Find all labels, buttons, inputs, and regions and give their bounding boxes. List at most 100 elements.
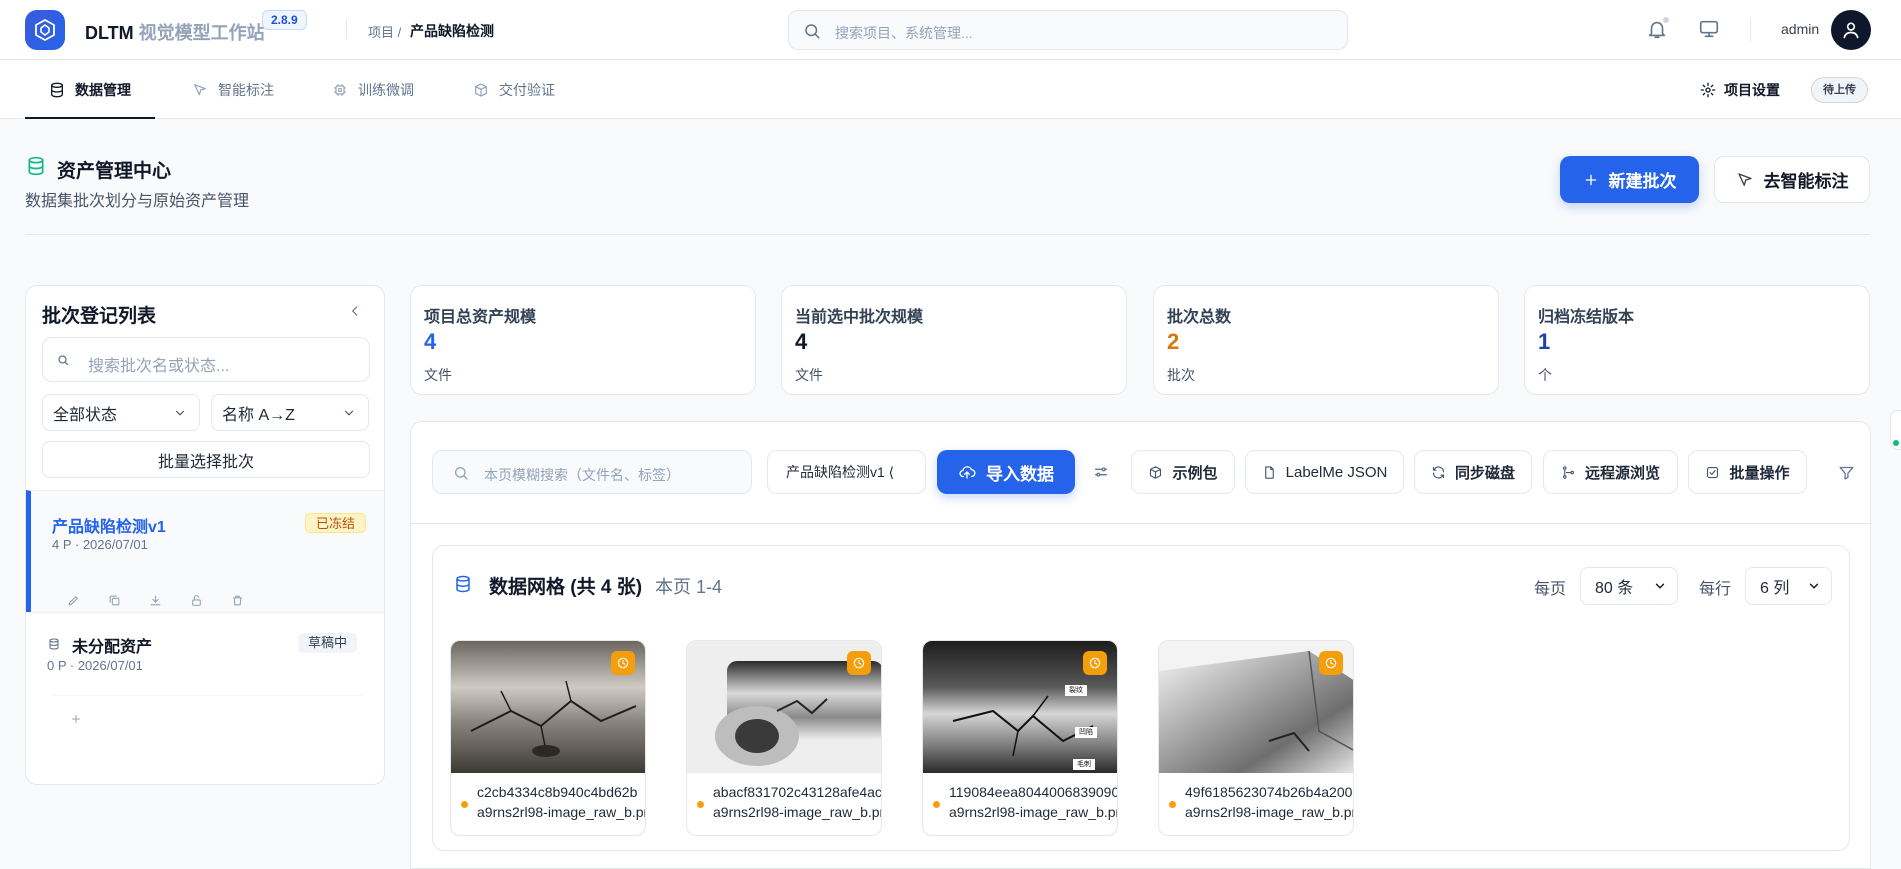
username[interactable]: admin	[1781, 21, 1819, 37]
edit-icon[interactable]	[67, 594, 80, 607]
refresh-icon	[1432, 466, 1445, 478]
filter-icon[interactable]	[1838, 464, 1855, 481]
breadcrumb-parent[interactable]: 项目 /	[368, 22, 401, 41]
status-badge: 草稿中	[298, 633, 358, 653]
batch-item-active[interactable]: 产品缺陷检测v1 4 P · 2026/07/01 已冻结	[26, 490, 384, 612]
image-tile[interactable]: 49f6185623074b26b4a200 a9rns2rl98-image_…	[1158, 640, 1354, 836]
tab-delivery[interactable]: 交付验证	[473, 60, 555, 119]
import-data-button[interactable]: 导入数据	[937, 450, 1075, 494]
goto-annotation-label: 去智能标注	[1763, 172, 1849, 191]
tab-data-management[interactable]: 数据管理	[25, 60, 155, 119]
new-batch-button[interactable]: 新建批次	[1560, 156, 1699, 203]
image-tile[interactable]: 裂纹 凹陷 毛刺 119084eea8044006839090 a9rns2rl…	[922, 640, 1118, 836]
cursor-icon	[194, 83, 206, 95]
trash-icon[interactable]	[231, 594, 244, 607]
database-icon	[49, 638, 59, 650]
copy-icon[interactable]	[108, 594, 121, 607]
batch-item[interactable]: 未分配资产 0 P · 2026/07/01 草稿中	[26, 612, 384, 744]
new-batch-label: 新建批次	[1608, 172, 1677, 191]
sidebar-title: 批次登记列表	[42, 306, 157, 327]
stat-unit: 文件	[424, 367, 452, 383]
status-filter-value: 全部状态	[53, 406, 118, 424]
status-badge: 已冻结	[305, 513, 367, 533]
tab-training[interactable]: 训练微调	[332, 60, 414, 119]
file-name: c2cb4334c8b940c4bd62b	[477, 784, 638, 800]
tab-smart-annotation[interactable]: 智能标注	[192, 60, 274, 119]
divider	[52, 695, 362, 696]
pending-status-badge	[611, 651, 635, 675]
sort-select[interactable]: 名称 A→Z	[211, 394, 369, 431]
batch-target-select[interactable]: 产品缺陷检测v1 ⟨	[767, 450, 926, 494]
batch-select-button[interactable]: 批量选择批次	[42, 441, 370, 478]
status-dot	[933, 801, 940, 808]
download-icon[interactable]	[149, 594, 162, 607]
tab-label: 训练微调	[358, 81, 414, 98]
chip-icon	[334, 83, 346, 96]
box-icon	[475, 82, 487, 97]
batch-operation-button[interactable]: 批量操作	[1688, 450, 1807, 494]
tab-bar: 数据管理 智能标注 训练微调 交付验证 项目设置 待上传	[0, 60, 1901, 119]
status-filter-select[interactable]: 全部状态	[42, 394, 200, 431]
stat-label: 当前选中批次规模	[795, 309, 924, 326]
goto-annotation-button[interactable]: 去智能标注	[1714, 156, 1870, 203]
notification-dot	[1663, 17, 1669, 23]
breadcrumb-current: 产品缺陷检测	[410, 23, 494, 39]
page-subtitle: 数据集批次划分与原始资产管理	[25, 193, 250, 210]
stat-value: 4	[424, 329, 437, 354]
per-row-select[interactable]: 6 列	[1745, 567, 1832, 605]
global-search-placeholder: 搜索项目、系统管理...	[835, 25, 973, 41]
sliders-icon[interactable]	[1093, 464, 1109, 480]
batch-search-input[interactable]: 搜索批次名或状态...	[42, 337, 370, 382]
monitor-icon[interactable]	[1698, 18, 1720, 40]
plus-icon[interactable]	[70, 713, 82, 725]
stat-label: 批次总数	[1167, 309, 1232, 326]
plus-icon	[1585, 174, 1596, 185]
labelme-json-label: LabelMe JSON	[1285, 463, 1388, 481]
defect-label: 毛刺	[1077, 761, 1091, 768]
divider	[1750, 18, 1751, 42]
tab-label: 智能标注	[218, 81, 274, 98]
grid-page-range: 本页 1-4	[655, 577, 723, 597]
cloud-upload-icon	[959, 466, 976, 479]
batch-name: 未分配资产	[72, 639, 153, 656]
image-tile[interactable]: abacf831702c43128afe4ac a9rns2rl98-image…	[686, 640, 882, 836]
divider	[346, 19, 347, 39]
global-search-input[interactable]: 搜索项目、系统管理...	[788, 10, 1348, 50]
pending-status-badge	[1319, 651, 1343, 675]
stat-card-batch-count: 批次总数 2 批次	[1153, 285, 1499, 395]
top-bar: DLTM 视觉模型工作站 2.8.9 项目 / 产品缺陷检测 搜索项目、系统管理…	[0, 0, 1901, 60]
per-page-select[interactable]: 80 条	[1580, 567, 1678, 605]
batch-name: 产品缺陷检测v1	[52, 519, 166, 536]
chevron-down-icon	[1809, 583, 1819, 589]
app-logo[interactable]	[25, 10, 65, 50]
file-name-suffix: a9rns2rl98-image_raw_b.png	[477, 804, 645, 820]
search-icon	[805, 24, 820, 39]
divider	[25, 234, 1870, 235]
sample-pack-button[interactable]: 示例包	[1131, 450, 1235, 494]
chevron-left-icon[interactable]	[348, 304, 362, 318]
defect-label: 凹陷	[1079, 729, 1093, 736]
file-icon	[1264, 465, 1274, 479]
sync-disk-button[interactable]: 同步磁盘	[1414, 450, 1532, 494]
page-search-input[interactable]: 本页模糊搜索（文件名、标签）	[432, 450, 752, 494]
labelme-json-button[interactable]: LabelMe JSON	[1245, 450, 1404, 494]
database-icon	[51, 82, 63, 97]
data-grid: 数据网格 (共 4 张) 本页 1-4 每页 80 条 每行 6 列 c2cb4…	[432, 545, 1850, 851]
defect-label: 裂纹	[1069, 687, 1083, 694]
file-name: abacf831702c43128afe4ac	[713, 784, 881, 800]
stat-unit: 个	[1538, 367, 1552, 383]
avatar[interactable]	[1831, 10, 1871, 50]
project-settings-button[interactable]: 项目设置	[1700, 80, 1780, 100]
tab-label: 交付验证	[499, 81, 555, 98]
remote-browse-button[interactable]: 远程源浏览	[1543, 450, 1678, 494]
unlock-icon[interactable]	[190, 594, 203, 607]
sort-value: 名称 A→Z	[222, 406, 295, 424]
status-dot	[1893, 440, 1899, 446]
image-tile[interactable]: c2cb4334c8b940c4bd62b a9rns2rl98-image_r…	[450, 640, 646, 836]
hexagon-logo-icon	[35, 18, 55, 42]
checkbox-icon	[1707, 466, 1719, 478]
per-row-label: 每行	[1699, 581, 1732, 598]
brand-title: DLTM 视觉模型工作站	[85, 23, 265, 43]
user-icon	[1843, 22, 1859, 39]
search-icon	[58, 355, 69, 366]
